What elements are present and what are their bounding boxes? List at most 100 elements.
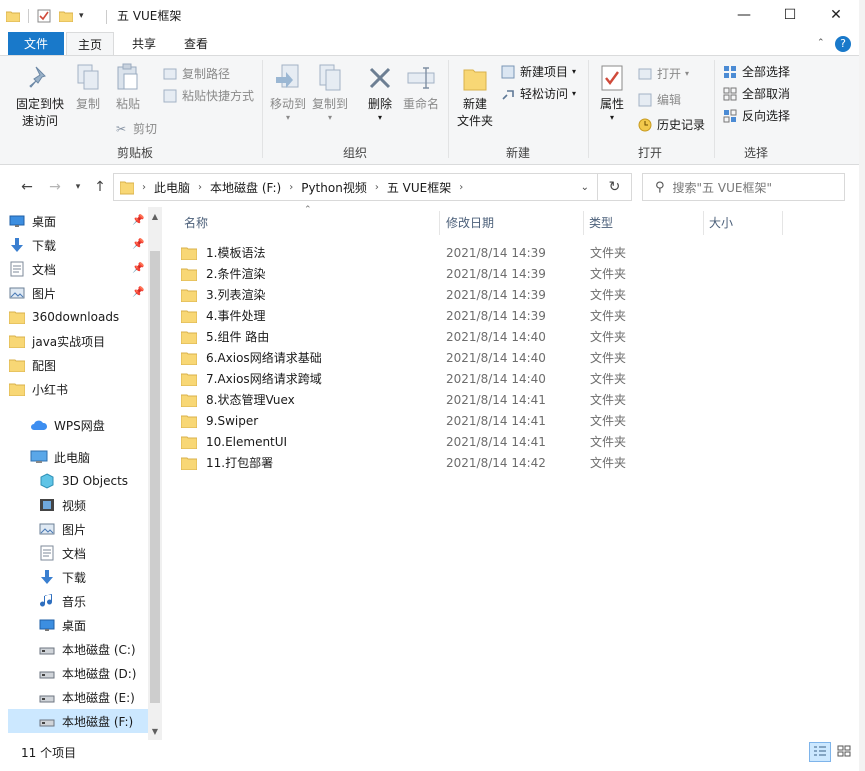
maximize-button[interactable]: ☐ xyxy=(767,0,813,30)
file-row[interactable]: 6.Axios网络请求基础 2021/8/14 14:40 文件夹 xyxy=(181,347,781,368)
nav-item-pc-4[interactable]: 下载 xyxy=(8,565,86,589)
paste-shortcut-button[interactable]: 粘贴快捷方式 xyxy=(162,86,254,106)
folder-icon xyxy=(181,267,197,281)
nav-item-pc-7[interactable]: 本地磁盘 (C:) xyxy=(8,637,136,661)
nav-item-pc-10[interactable]: 本地磁盘 (F:) xyxy=(8,709,148,733)
paste-button[interactable]: 粘贴 xyxy=(110,62,146,113)
select-none-button[interactable]: 全部取消 xyxy=(722,84,790,104)
breadcrumb-this-pc[interactable]: 此电脑 › xyxy=(154,179,210,196)
pin-icon[interactable]: 📌 xyxy=(132,239,144,250)
nav-item-pc-6[interactable]: 桌面 xyxy=(8,613,86,637)
file-row[interactable]: 8.状态管理Vuex 2021/8/14 14:41 文件夹 xyxy=(181,389,781,410)
copy-to-button[interactable]: 复制到 ▾ xyxy=(310,62,350,123)
open-button[interactable]: 打开 ▾ xyxy=(637,64,689,84)
up-arrow-icon[interactable]: ↑ xyxy=(90,177,110,197)
file-name: 5.组件 路由 xyxy=(206,330,270,344)
minimize-button[interactable]: — xyxy=(721,0,767,30)
nav-item-quick-4[interactable]: 360downloads xyxy=(8,305,119,329)
column-divider[interactable] xyxy=(703,211,704,235)
file-row[interactable]: 11.打包部署 2021/8/14 14:42 文件夹 xyxy=(181,452,781,473)
breadcrumb-current-folder[interactable]: 五 VUE框架 › xyxy=(387,179,471,196)
breadcrumb-python-videos[interactable]: Python视频 › xyxy=(301,179,387,196)
column-header-name[interactable]: 名称 xyxy=(184,211,208,235)
nav-item-pc-8[interactable]: 本地磁盘 (D:) xyxy=(8,661,136,685)
column-divider[interactable] xyxy=(583,211,584,235)
forward-arrow-icon[interactable]: → xyxy=(45,177,65,197)
nav-item-pc-3[interactable]: 文档 xyxy=(8,541,86,565)
file-row[interactable]: 1.模板语法 2021/8/14 14:39 文件夹 xyxy=(181,242,781,263)
delete-button[interactable]: 删除 ▾ xyxy=(362,62,398,123)
close-button[interactable]: ✕ xyxy=(813,0,859,30)
pin-icon[interactable]: 📌 xyxy=(132,263,144,274)
breadcrumb-drive-f[interactable]: 本地磁盘 (F:) › xyxy=(210,179,301,196)
file-row[interactable]: 3.列表渲染 2021/8/14 14:39 文件夹 xyxy=(181,284,781,305)
nav-item-pc-9[interactable]: 本地磁盘 (E:) xyxy=(8,685,135,709)
move-to-button[interactable]: 移动到 ▾ xyxy=(268,62,308,123)
address-bar[interactable]: › 此电脑 › 本地磁盘 (F:) › Python视频 › 五 VUE框架 › ⌄ xyxy=(113,173,598,201)
invert-selection-button[interactable]: 反向选择 xyxy=(722,106,790,126)
copy-button[interactable]: 复制 xyxy=(70,62,106,113)
tab-view[interactable]: 查看 xyxy=(172,32,220,56)
new-folder-button[interactable]: 新建 文件夹 xyxy=(454,62,496,130)
nav-item-quick-2[interactable]: 文档 xyxy=(8,257,56,281)
tab-home[interactable]: 主页 xyxy=(66,32,114,56)
nav-item-label: 桌面 xyxy=(32,214,57,229)
file-row[interactable]: 2.条件渲染 2021/8/14 14:39 文件夹 xyxy=(181,263,781,284)
nav-item-quick-6[interactable]: 配图 xyxy=(8,353,56,377)
column-divider[interactable] xyxy=(439,211,440,235)
select-all-button[interactable]: 全部选择 xyxy=(722,62,790,82)
new-item-button[interactable]: 新建项目 ▾ xyxy=(500,62,576,82)
paste-icon xyxy=(112,62,144,94)
large-icons-view-button[interactable] xyxy=(833,742,855,762)
collapse-ribbon-icon[interactable]: ⌃ xyxy=(817,38,825,48)
rename-button[interactable]: 重命名 xyxy=(401,62,441,113)
file-row[interactable]: 5.组件 路由 2021/8/14 14:40 文件夹 xyxy=(181,326,781,347)
nav-scrollbar-thumb[interactable] xyxy=(150,251,160,703)
properties-button[interactable]: 属性 ▾ xyxy=(594,62,630,123)
pin-icon[interactable]: 📌 xyxy=(132,287,144,298)
easy-access-button[interactable]: 轻松访问 ▾ xyxy=(500,84,576,104)
nav-item-quick-3[interactable]: 图片 xyxy=(8,281,56,305)
pin-quick-access-button[interactable]: 固定到快 速访问 xyxy=(10,62,70,130)
new-folder-icon[interactable] xyxy=(58,10,74,23)
nav-item-quick-5[interactable]: java实战项目 xyxy=(8,329,105,353)
tab-share[interactable]: 共享 xyxy=(120,32,168,56)
nav-item-wps-cloud[interactable]: WPS网盘 xyxy=(30,413,105,437)
properties-icon xyxy=(596,62,628,94)
edit-button[interactable]: 编辑 xyxy=(637,90,681,110)
help-icon[interactable]: ? xyxy=(835,36,851,52)
nav-item-this-pc[interactable]: 此电脑 xyxy=(30,445,90,469)
nav-item-pc-5[interactable]: 音乐 xyxy=(8,589,86,613)
properties-icon[interactable] xyxy=(37,9,51,23)
nav-item-pc-1[interactable]: 视频 xyxy=(8,493,86,517)
refresh-button[interactable]: ↻ xyxy=(598,173,632,201)
recent-locations-chevron-icon[interactable]: ▾ xyxy=(68,177,88,197)
nav-item-quick-1[interactable]: 下载 xyxy=(8,233,56,257)
details-view-button[interactable] xyxy=(809,742,831,762)
column-divider[interactable] xyxy=(782,211,783,235)
column-header-size[interactable]: 大小 xyxy=(709,211,733,235)
scroll-up-icon[interactable]: ▲ xyxy=(148,209,162,223)
pin-icon[interactable]: 📌 xyxy=(132,215,144,226)
history-button[interactable]: 历史记录 xyxy=(637,115,705,135)
address-history-chevron-icon[interactable]: ⌄ xyxy=(581,182,589,193)
file-row[interactable]: 4.事件处理 2021/8/14 14:39 文件夹 xyxy=(181,305,781,326)
nav-item-quick-7[interactable]: 小红书 xyxy=(8,377,68,401)
nav-scrollbar[interactable]: ▲ ▼ xyxy=(148,207,162,740)
file-row[interactable]: 10.ElementUI 2021/8/14 14:41 文件夹 xyxy=(181,431,781,452)
search-input[interactable]: ⚲ 搜索"五 VUE框架" xyxy=(642,173,845,201)
nav-item-quick-0[interactable]: 桌面 xyxy=(8,209,56,233)
scroll-down-icon[interactable]: ▼ xyxy=(148,724,162,738)
copy-path-button[interactable]: 复制路径 xyxy=(162,64,230,84)
tab-file[interactable]: 文件 xyxy=(8,32,64,56)
file-row[interactable]: 9.Swiper 2021/8/14 14:41 文件夹 xyxy=(181,410,781,431)
column-header-type[interactable]: 类型 xyxy=(589,211,613,235)
customize-qa-chevron-icon[interactable]: ▾ xyxy=(79,11,84,21)
back-arrow-icon[interactable]: ← xyxy=(17,177,37,197)
nav-item-pc-0[interactable]: 3D Objects xyxy=(8,469,128,493)
cut-button[interactable]: ✂ 剪切 xyxy=(113,119,157,139)
file-row[interactable]: 7.Axios网络请求跨域 2021/8/14 14:40 文件夹 xyxy=(181,368,781,389)
column-header-date[interactable]: 修改日期 xyxy=(446,211,494,235)
file-name: 2.条件渲染 xyxy=(206,267,266,281)
nav-item-pc-2[interactable]: 图片 xyxy=(8,517,86,541)
